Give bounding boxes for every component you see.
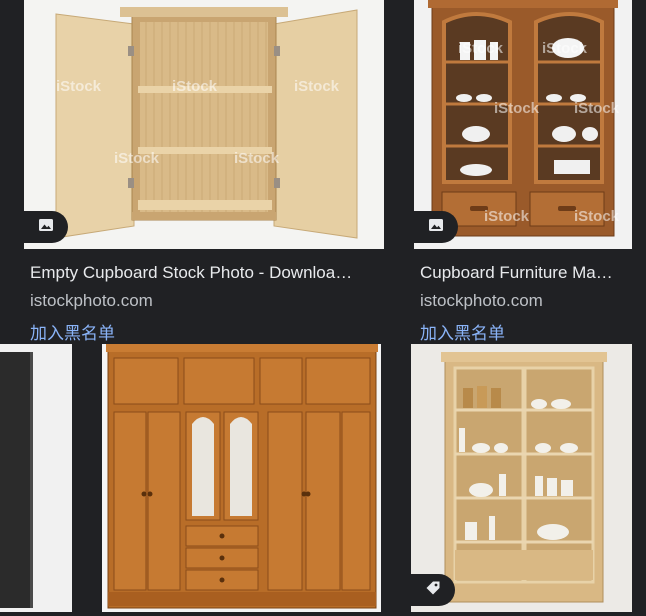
- result-1-source: istockphoto.com: [30, 291, 153, 310]
- watermark-text: iStock: [294, 78, 340, 95]
- result-5-thumbnail[interactable]: [411, 344, 632, 612]
- empty-cupboard-image: [55, 7, 358, 239]
- result-1-image-badge: [24, 211, 68, 243]
- image-icon: [38, 217, 54, 238]
- pine-wardrobe-image: [106, 344, 378, 609]
- display-cabinet-image: [441, 352, 607, 603]
- result-2-title[interactable]: Cupboard Furniture Ma…: [420, 263, 635, 283]
- dark-wardrobe-image: [0, 352, 33, 608]
- result-5-tag-badge: [411, 574, 455, 606]
- watermark-text: iStock: [234, 150, 280, 167]
- result-1-thumbnail[interactable]: iStock iStock iStock iStock iStock: [24, 0, 384, 249]
- watermark-text: iStock: [172, 78, 218, 95]
- watermark-text: iStock: [494, 100, 540, 117]
- watermark-text: iStock: [574, 100, 620, 117]
- result-3-thumbnail[interactable]: [0, 344, 72, 612]
- watermark-text: iStock: [574, 208, 620, 225]
- watermark-text: iStock: [484, 208, 530, 225]
- tag-icon: [425, 580, 441, 601]
- watermark-text: iStock: [56, 78, 102, 95]
- watermark-text: iStock: [114, 150, 160, 167]
- result-4-thumbnail[interactable]: [102, 344, 381, 612]
- watermark-text: iStock: [542, 40, 588, 57]
- result-2-image-badge: [414, 211, 458, 243]
- result-1-title[interactable]: Empty Cupboard Stock Photo - Downloa…: [30, 263, 380, 283]
- watermark-text: iStock: [458, 40, 504, 57]
- result-2-source: istockphoto.com: [420, 291, 543, 310]
- image-icon: [428, 217, 444, 238]
- result-2-blacklist-link[interactable]: 加入黑名单: [420, 319, 505, 344]
- result-1-blacklist-link[interactable]: 加入黑名单: [30, 319, 115, 344]
